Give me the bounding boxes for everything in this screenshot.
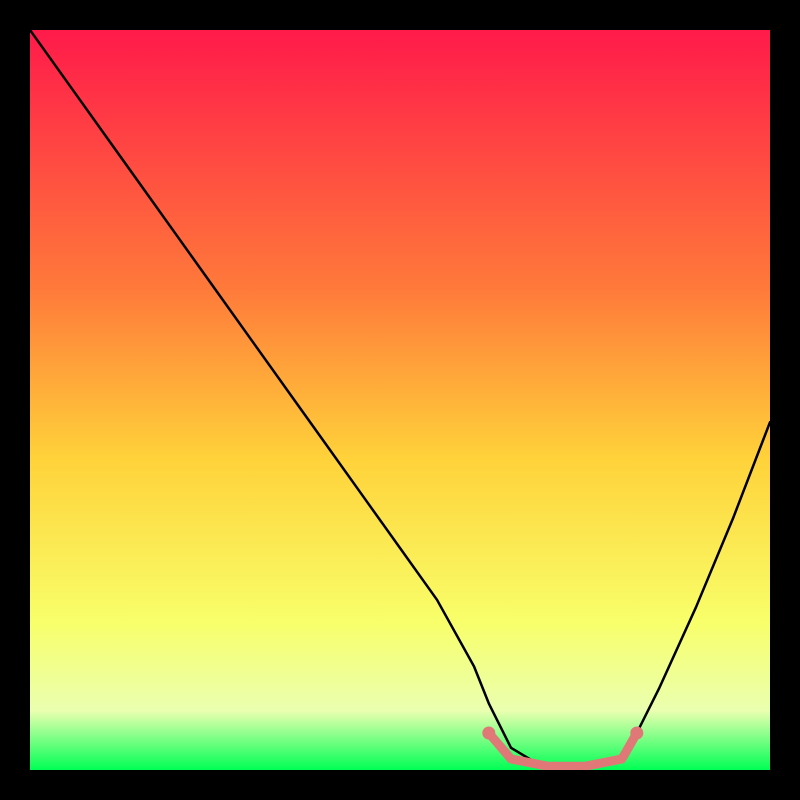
chart-frame: TheBottleneck.com [30, 30, 770, 770]
gradient-background [30, 30, 770, 770]
chart-svg [30, 30, 770, 770]
optimal-band-dot [482, 727, 495, 740]
optimal-band-dot [630, 727, 643, 740]
